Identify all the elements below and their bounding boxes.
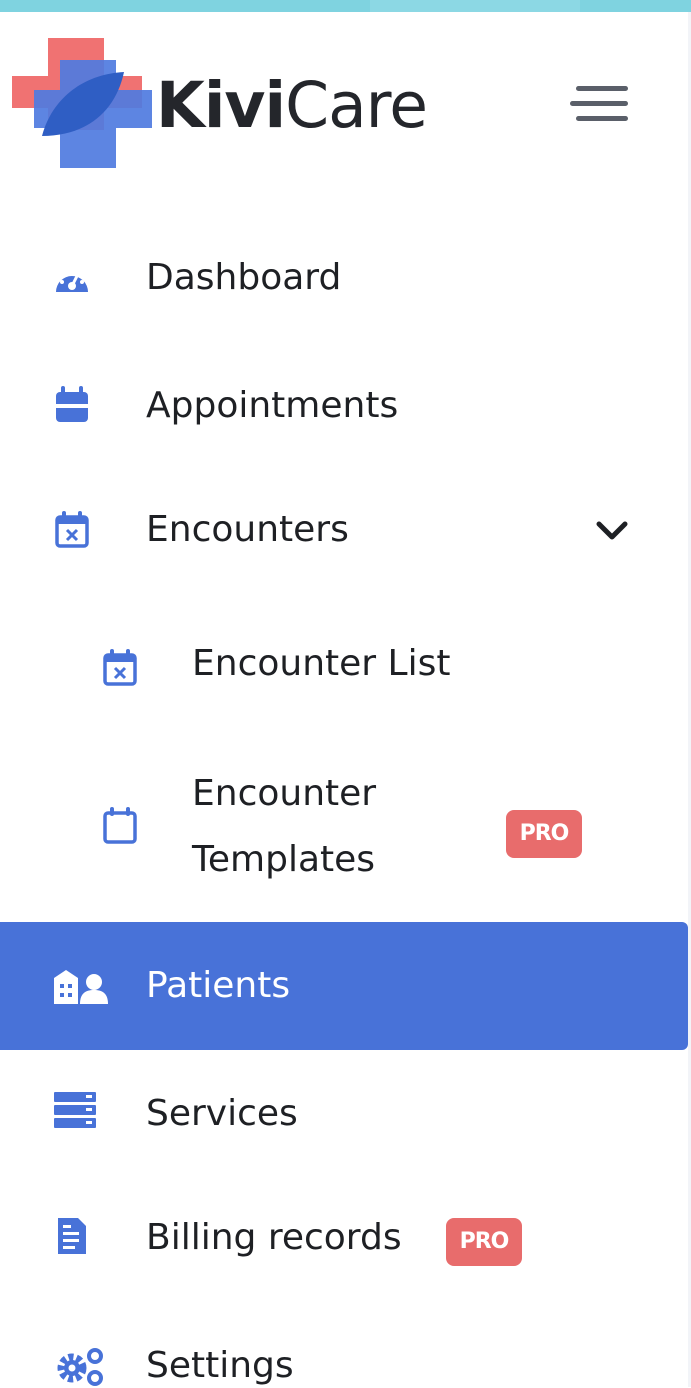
calendar-x-icon xyxy=(55,511,89,548)
sidebar-item-label: Billing records xyxy=(146,1217,402,1258)
sidebar-item-appointments[interactable]: Appointments xyxy=(0,376,691,440)
brand-name-light: Care xyxy=(285,69,428,142)
sidebar-item-label-line1: Encounter xyxy=(192,773,377,814)
sidebar-item-label: Appointments xyxy=(146,385,399,426)
sidebar-item-encounter-list[interactable]: Encounter List xyxy=(0,634,691,698)
speedometer-icon xyxy=(56,271,88,292)
gears-icon xyxy=(57,1348,103,1386)
sidebar-item-label: Encounter List xyxy=(192,643,451,684)
server-icon xyxy=(54,1092,96,1128)
brand-name-bold: Kivi xyxy=(156,69,286,142)
sidebar-item-label: Encounters xyxy=(146,509,349,550)
sidebar-item-settings[interactable]: Settings xyxy=(0,1334,691,1387)
sidebar xyxy=(0,12,691,1387)
patients-icon xyxy=(54,970,108,1004)
sidebar-item-encounters[interactable]: Encounters xyxy=(0,500,691,564)
sidebar-item-encounter-templates[interactable]: Encounter Templates PRO xyxy=(0,764,691,894)
sidebar-item-billing-records[interactable]: Billing records PRO xyxy=(0,1206,691,1270)
hamburger-icon[interactable] xyxy=(570,86,628,126)
sidebar-item-dashboard[interactable]: Dashboard xyxy=(0,248,691,312)
kivicare-logo-icon xyxy=(12,38,152,168)
browser-top-strip xyxy=(0,0,691,12)
sidebar-item-services[interactable]: Services xyxy=(0,1080,691,1144)
calendar-x-icon xyxy=(103,649,137,686)
chevron-down-icon[interactable] xyxy=(596,520,628,542)
top-strip-tab xyxy=(370,0,580,12)
sidebar-item-label: Dashboard xyxy=(146,257,342,298)
calendar-outline-icon xyxy=(103,807,137,844)
sidebar-item-patients[interactable]: Patients xyxy=(0,922,688,1050)
brand-wordmark: KiviCare xyxy=(156,66,428,146)
document-icon xyxy=(58,1218,86,1254)
sidebar-item-label-line2: Templates xyxy=(192,839,376,880)
sidebar-item-label: Patients xyxy=(146,965,291,1006)
pro-badge: PRO xyxy=(446,1218,522,1266)
sidebar-item-label: Settings xyxy=(146,1345,294,1386)
sidebar-item-label: Services xyxy=(146,1093,298,1134)
pro-badge: PRO xyxy=(506,810,582,858)
calendar-icon xyxy=(56,386,88,422)
